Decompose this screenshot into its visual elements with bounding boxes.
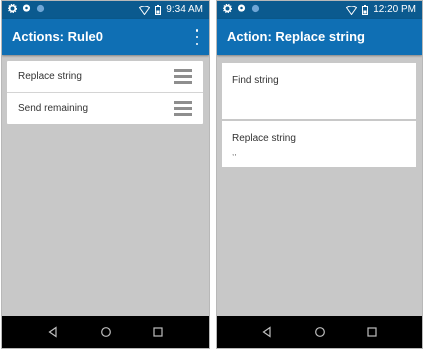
navigation-bar — [2, 316, 209, 348]
replace-string-field[interactable]: Replace string ,, — [222, 121, 416, 167]
page-title: Action: Replace string — [227, 29, 365, 44]
recents-icon[interactable] — [152, 326, 164, 338]
status-time: 12:20 PM — [373, 4, 416, 15]
battery-icon — [362, 5, 369, 15]
circle-icon — [36, 4, 45, 13]
back-icon[interactable] — [47, 326, 59, 338]
messenger-icon — [22, 4, 31, 12]
list-item-send-remaining[interactable]: Send remaining — [7, 93, 203, 124]
recents-icon[interactable] — [366, 326, 378, 338]
field-label: Replace string — [232, 133, 296, 144]
drag-handle-icon[interactable] — [174, 69, 192, 84]
content-area: Find string Replace string ,, — [217, 55, 422, 316]
wifi-icon — [346, 5, 358, 15]
home-icon[interactable] — [314, 326, 326, 338]
wifi-icon — [139, 5, 151, 15]
settings-icon — [223, 4, 232, 13]
app-bar: Actions: Rule0 — [2, 19, 209, 55]
home-icon[interactable] — [100, 326, 112, 338]
navigation-bar — [217, 316, 422, 348]
find-string-field[interactable]: Find string — [222, 63, 416, 119]
status-bar: 12:20 PM — [217, 1, 422, 19]
page-title: Actions: Rule0 — [12, 29, 104, 44]
list-item-replace-string[interactable]: Replace string — [7, 61, 203, 93]
app-bar: Action: Replace string — [217, 19, 422, 55]
circle-icon — [251, 4, 260, 13]
field-label: Find string — [232, 75, 279, 86]
settings-icon — [8, 4, 17, 13]
left-phone-screen: 9:34 AM Actions: Rule0 Replace string Se… — [1, 0, 210, 349]
field-value: ,, — [232, 148, 237, 157]
content-area: Replace string Send remaining — [2, 55, 209, 316]
messenger-icon — [237, 4, 246, 12]
status-bar: 9:34 AM — [2, 1, 209, 19]
drag-handle-icon[interactable] — [174, 101, 192, 116]
list-item-label: Replace string — [18, 71, 82, 82]
status-time: 9:34 AM — [166, 4, 203, 15]
battery-icon — [155, 5, 162, 15]
overflow-menu-icon[interactable] — [193, 29, 201, 45]
right-phone-screen: 12:20 PM Action: Replace string Find str… — [216, 0, 423, 349]
list-item-label: Send remaining — [18, 103, 89, 114]
back-icon[interactable] — [261, 326, 273, 338]
actions-list: Replace string Send remaining — [7, 61, 203, 124]
